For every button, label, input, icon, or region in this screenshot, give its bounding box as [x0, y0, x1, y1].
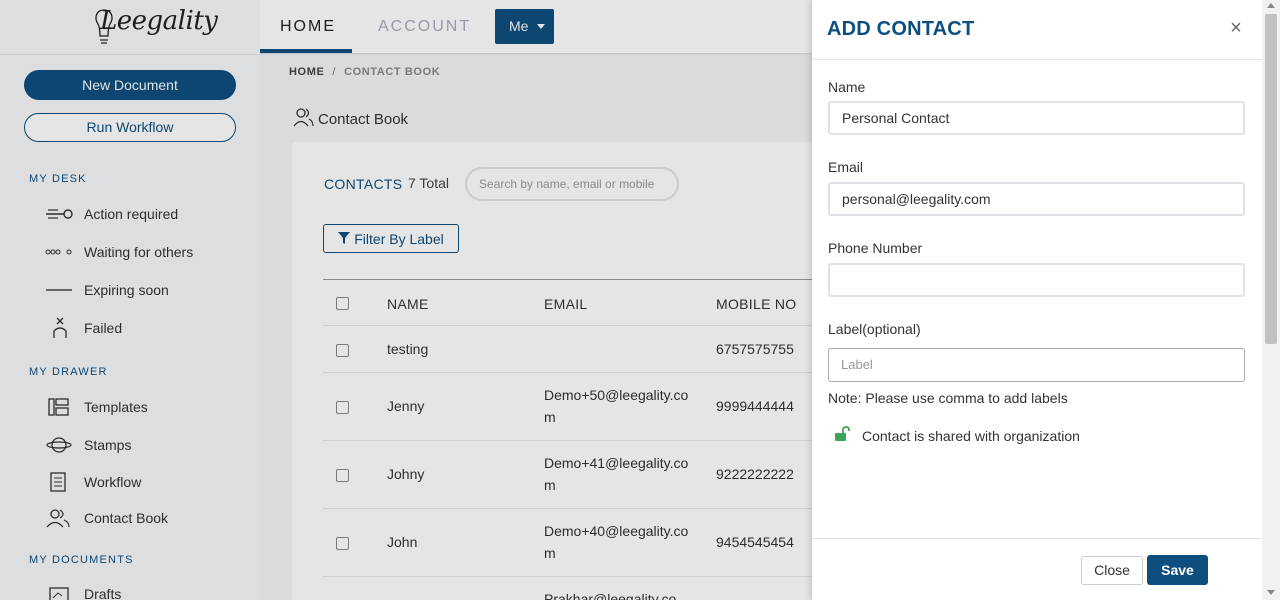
modal-backdrop[interactable] [0, 0, 812, 600]
label-field[interactable]: Label [828, 348, 1245, 382]
save-button[interactable]: Save [1147, 555, 1208, 585]
drawer-title: ADD CONTACT [827, 18, 975, 40]
drawer-footer-divider [812, 538, 1262, 539]
shared-status: Contact is shared with organization [834, 426, 1080, 445]
phone-field[interactable] [828, 263, 1245, 297]
phone-label: Phone Number [828, 240, 923, 256]
scrollbar-thumb[interactable] [1265, 14, 1277, 344]
close-button[interactable]: Close [1081, 556, 1143, 585]
page-scrollbar[interactable] [1262, 0, 1280, 600]
close-icon[interactable]: × [1226, 18, 1246, 38]
add-contact-drawer: ADD CONTACT × Name Personal Contact Emai… [812, 0, 1262, 600]
name-label: Name [828, 79, 866, 95]
email-label: Email [828, 159, 864, 175]
scroll-down-arrow-icon[interactable] [1267, 590, 1275, 595]
name-field[interactable]: Personal Contact [828, 101, 1245, 135]
email-field[interactable]: personal@leegality.com [828, 182, 1245, 216]
scroll-up-arrow-icon[interactable] [1267, 3, 1275, 8]
shared-text: Contact is shared with organization [862, 427, 1080, 444]
drawer-header-divider [812, 59, 1262, 60]
label-optional-label: Label(optional) [828, 321, 921, 337]
label-note: Note: Please use comma to add labels [828, 390, 1068, 406]
unlock-icon[interactable] [834, 426, 852, 445]
